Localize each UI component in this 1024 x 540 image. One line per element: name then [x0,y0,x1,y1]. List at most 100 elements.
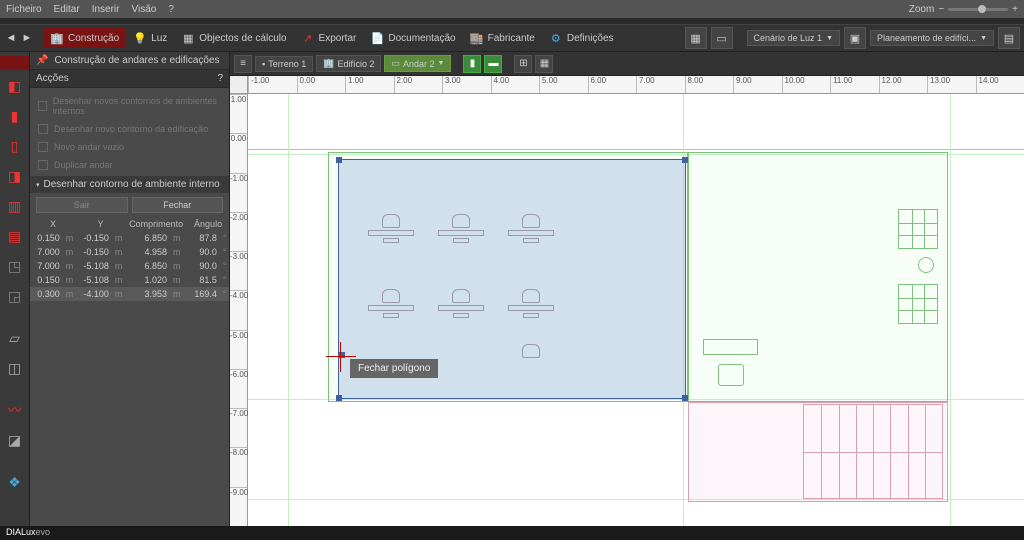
help-icon[interactable]: ? [217,73,223,84]
tab-documentacao[interactable]: 📄 Documentação [364,28,461,48]
gear-icon: ⚙ [549,31,563,45]
ruler-tick: -5.00 [230,330,247,369]
tab-construcao[interactable]: 🏢 Construção [44,28,125,48]
strip-icon-7[interactable]: ◳ [0,252,29,280]
poly-node[interactable] [682,157,688,163]
tool-strip: ◧ ▮ ▯ ◨ ▥ ▤ ◳ ◲ ▱ ◫ 〰 ◪ ❖ [0,52,30,526]
tab-exportar[interactable]: ↗ Exportar [295,28,363,48]
action-new-building: Desenhar novo contorno da edificação [30,120,229,138]
strip-icon-2[interactable]: ▮ [0,102,29,130]
ruler-tick: 13.00 [927,76,976,93]
table-row[interactable]: 0.150m-0.150m6.850m87.8° [30,231,229,245]
table-row[interactable]: 7.000m-5.108m6.850m90.0° [30,259,229,273]
menu-inserir[interactable]: Inserir [92,4,120,15]
desk [368,289,414,339]
ruler-tick: 10.00 [782,76,831,93]
ruler-tick: 8.00 [685,76,734,93]
tab-luz[interactable]: 💡 Luz [127,28,173,48]
desk [508,344,554,394]
nav-back-icon[interactable]: ◄ [4,31,18,45]
view-toolbar: ≡ ▪Terreno 1 🏢Edifício 2 ▭Andar 2▼ ▮ ▬ ⊞… [230,52,1024,76]
nav-fwd-icon[interactable]: ► [20,31,34,45]
desk [508,214,554,264]
canvas-area[interactable]: -1.000.001.002.003.004.005.006.007.008.0… [230,76,1024,526]
poly-node[interactable] [682,395,688,401]
poly-node[interactable] [336,157,342,163]
strip-icon-13[interactable]: ❖ [0,468,29,496]
desk [438,214,484,264]
sair-button[interactable]: Sair [36,197,128,213]
view-list-icon[interactable]: ≡ [234,55,252,73]
table-row[interactable]: 0.150m-5.108m1.020m81.5° [30,273,229,287]
ruler-horizontal: -1.000.001.002.003.004.005.006.007.008.0… [248,76,1024,94]
chevron-down-icon: ▾ [36,181,40,189]
table-row[interactable]: 0.300m-4.100m3.953m169.4° [30,287,229,301]
strip-icon-12[interactable]: ◪ [0,426,29,454]
menu-editar[interactable]: Editar [54,4,80,15]
strip-icon-1[interactable]: ◧ [0,72,29,100]
canvas[interactable]: Fechar polígono [248,94,1024,526]
menu-ficheiro[interactable]: Ficheiro [6,4,42,15]
calc-icon[interactable]: ▤ [998,27,1020,49]
strip-icon-4[interactable]: ◨ [0,162,29,190]
tab-terreno[interactable]: ▪Terreno 1 [255,56,313,72]
view-grid-icon[interactable]: ▦ [535,55,553,73]
tooltip-close-polygon[interactable]: Fechar polígono [350,359,438,378]
plan-dropdown[interactable]: Planeamento de edifíci...▼ [870,30,994,46]
ruler-tick: -8.00 [230,447,247,486]
tab-definicoes[interactable]: ⚙ Definições [543,28,620,48]
zoom-minus-icon[interactable]: − [938,4,944,15]
strip-icon-11[interactable]: 〰 [0,396,29,424]
poly-node[interactable] [336,395,342,401]
view-mode-wire-icon[interactable]: ▬ [484,55,502,73]
panel-accoes-label: Acções [36,73,69,84]
tab-fabricante[interactable]: 🏬 Fabricante [464,28,541,48]
main-area: ◧ ▮ ▯ ◨ ▥ ▤ ◳ ◲ ▱ ◫ 〰 ◪ ❖ 📌 Construção d… [0,52,1024,526]
strip-icon-5[interactable]: ▥ [0,192,29,220]
strip-icon-8[interactable]: ◲ [0,282,29,310]
fechar-button[interactable]: Fechar [132,197,224,213]
scene-dropdown[interactable]: Cenário de Luz 1▼ [747,30,840,46]
tab-edificio[interactable]: 🏢Edifício 2 [316,55,381,72]
guide-baseline [248,149,1024,150]
tab-fabricante-label: Fabricante [488,33,535,44]
ruler-tick: -6.00 [230,369,247,408]
strip-icon-3[interactable]: ▯ [0,132,29,160]
menu-help[interactable]: ? [168,4,174,15]
menu-visao[interactable]: Visão [132,4,157,15]
guide-line [950,94,951,526]
view-single-icon[interactable]: ▭ [711,27,733,49]
strip-icon-9[interactable]: ▱ [0,324,29,352]
ruler-tick: 14.00 [976,76,1024,93]
tab-exportar-label: Exportar [319,33,357,44]
view-ruler-icon[interactable]: ⊞ [514,55,532,73]
scene-play-icon[interactable]: ▣ [844,27,866,49]
section-draw-contour[interactable]: ▾ Desenhar contorno de ambiente interno [30,176,229,193]
strip-icon-6[interactable]: ▤ [0,222,29,250]
zoom-plus-icon[interactable]: + [1012,4,1018,15]
ruler-tick: 0.00 [230,133,247,172]
zoom-slider[interactable] [948,8,1008,11]
view-mode-solid-icon[interactable]: ▮ [463,55,481,73]
zoom-control: Zoom − + [909,4,1018,15]
strip-header [0,56,29,70]
ruler-tick: -7.00 [230,408,247,447]
panel-title-text: Construção de andares e edificações [54,55,219,66]
desk [438,289,484,339]
brand-text: DIALuxevo [6,527,50,537]
vendor-icon: 🏬 [470,31,484,45]
stool [918,257,934,273]
tab-objectos[interactable]: ▦ Objectos de cálculo [175,28,292,48]
cabinet [898,209,938,249]
table-header: XYComprimentoÂngulo [30,217,229,231]
action-new-floor: Novo andar vazio [30,138,229,156]
strip-icon-10[interactable]: ◫ [0,354,29,382]
table-row[interactable]: 7.000m-0.150m4.958m90.0° [30,245,229,259]
view-quad-icon[interactable]: ▦ [685,27,707,49]
viewport: ≡ ▪Terreno 1 🏢Edifício 2 ▭Andar 2▼ ▮ ▬ ⊞… [230,52,1024,526]
ruler-tick: 1.00 [345,76,394,93]
tab-andar[interactable]: ▭Andar 2▼ [384,55,451,72]
ruler-tick: 11.00 [830,76,879,93]
panel-subheader: Acções ? [30,70,229,88]
pin-icon[interactable]: 📌 [36,55,48,66]
